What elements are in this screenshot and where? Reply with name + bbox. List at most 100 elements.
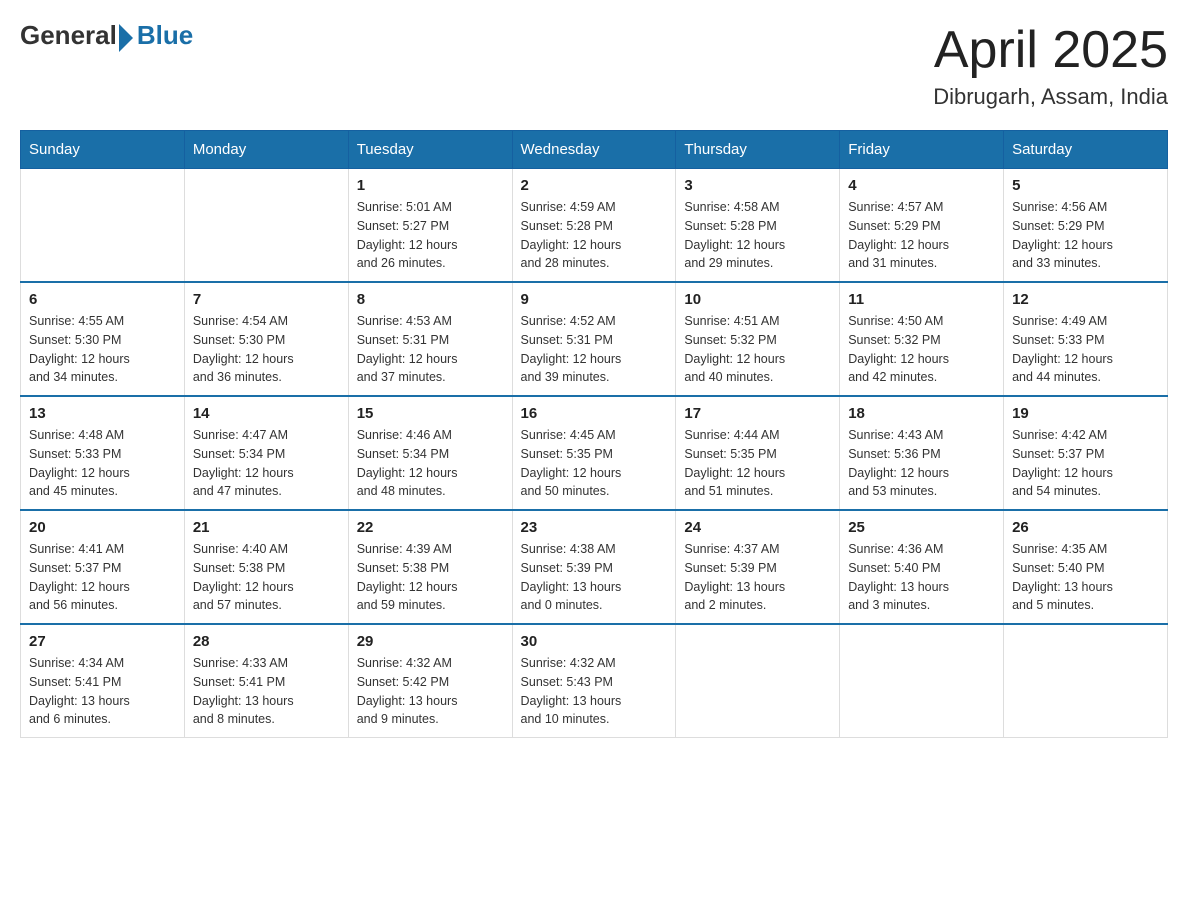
calendar-cell: 15Sunrise: 4:46 AM Sunset: 5:34 PM Dayli… [348,396,512,510]
day-info: Sunrise: 4:57 AM Sunset: 5:29 PM Dayligh… [848,198,995,273]
day-number: 22 [357,519,504,536]
day-number: 21 [193,519,340,536]
calendar-cell [184,169,348,283]
logo-general-text: General [20,20,117,51]
day-number: 8 [357,291,504,308]
day-info: Sunrise: 4:56 AM Sunset: 5:29 PM Dayligh… [1012,198,1159,273]
day-number: 14 [193,405,340,422]
calendar-table: SundayMondayTuesdayWednesdayThursdayFrid… [20,130,1168,738]
calendar-cell [21,169,185,283]
day-info: Sunrise: 4:32 AM Sunset: 5:42 PM Dayligh… [357,654,504,729]
day-info: Sunrise: 4:59 AM Sunset: 5:28 PM Dayligh… [521,198,668,273]
calendar-cell: 23 Sunrise: 4:38 AM Sunset: 5:39 PM Dayli… [512,510,676,624]
day-info: Sunrise: 4:55 AM Sunset: 5:30 PM Dayligh… [29,312,176,387]
calendar-cell [1004,624,1168,738]
page-subtitle: Dibrugarh, Assam, India [933,84,1168,110]
day-number: 27 [29,633,176,650]
calendar-cell: 9 Sunrise: 4:52 AM Sunset: 5:31 PM Daylig… [512,282,676,396]
page-header: General Blue April 2025 Dibrugarh, Assam… [20,20,1168,110]
calendar-cell: 24 Sunrise: 4:37 AM Sunset: 5:39 PM Dayli… [676,510,840,624]
calendar-cell [676,624,840,738]
calendar-cell: 11 Sunrise: 4:50 AM Sunset: 5:32 PM Dayli… [840,282,1004,396]
calendar-cell: 6Sunrise: 4:55 AM Sunset: 5:30 PM Daylig… [21,282,185,396]
calendar-cell: 16 Sunrise: 4:45 AM Sunset: 5:35 PM Dayli… [512,396,676,510]
day-info: Sunrise: 4:37 AM Sunset: 5:39 PM Dayligh… [684,540,831,615]
day-number: 5 [1012,177,1159,194]
day-info: Sunrise: 4:45 AM Sunset: 5:35 PM Dayligh… [521,426,668,501]
calendar-cell: 13Sunrise: 4:48 AM Sunset: 5:33 PM Dayli… [21,396,185,510]
day-number: 7 [193,291,340,308]
day-number: 15 [357,405,504,422]
calendar-header-tuesday: Tuesday [348,131,512,169]
calendar-cell: 18 Sunrise: 4:43 AM Sunset: 5:36 PM Dayli… [840,396,1004,510]
day-info: Sunrise: 4:39 AM Sunset: 5:38 PM Dayligh… [357,540,504,615]
calendar-cell: 27Sunrise: 4:34 AM Sunset: 5:41 PM Dayli… [21,624,185,738]
calendar-cell: 8 Sunrise: 4:53 AM Sunset: 5:31 PM Daylig… [348,282,512,396]
calendar-week-row: 20 Sunrise: 4:41 AM Sunset: 5:37 PM Dayli… [21,510,1168,624]
calendar-cell: 28Sunrise: 4:33 AM Sunset: 5:41 PM Dayli… [184,624,348,738]
calendar-header-wednesday: Wednesday [512,131,676,169]
calendar-cell: 21 Sunrise: 4:40 AM Sunset: 5:38 PM Dayli… [184,510,348,624]
day-number: 11 [848,291,995,308]
day-info: Sunrise: 4:38 AM Sunset: 5:39 PM Dayligh… [521,540,668,615]
day-info: Sunrise: 4:50 AM Sunset: 5:32 PM Dayligh… [848,312,995,387]
day-info: Sunrise: 4:35 AM Sunset: 5:40 PM Dayligh… [1012,540,1159,615]
day-info: Sunrise: 4:54 AM Sunset: 5:30 PM Dayligh… [193,312,340,387]
day-number: 29 [357,633,504,650]
calendar-cell: 22 Sunrise: 4:39 AM Sunset: 5:38 PM Dayli… [348,510,512,624]
day-number: 16 [521,405,668,422]
day-number: 13 [29,405,176,422]
day-number: 17 [684,405,831,422]
calendar-header-thursday: Thursday [676,131,840,169]
calendar-cell: 30Sunrise: 4:32 AM Sunset: 5:43 PM Dayli… [512,624,676,738]
logo: General Blue [20,20,193,51]
day-number: 3 [684,177,831,194]
day-number: 23 [521,519,668,536]
day-info: Sunrise: 4:49 AM Sunset: 5:33 PM Dayligh… [1012,312,1159,387]
day-number: 18 [848,405,995,422]
day-info: Sunrise: 4:43 AM Sunset: 5:36 PM Dayligh… [848,426,995,501]
calendar-week-row: 27Sunrise: 4:34 AM Sunset: 5:41 PM Dayli… [21,624,1168,738]
calendar-cell: 19Sunrise: 4:42 AM Sunset: 5:37 PM Dayli… [1004,396,1168,510]
day-info: Sunrise: 4:47 AM Sunset: 5:34 PM Dayligh… [193,426,340,501]
calendar-header-friday: Friday [840,131,1004,169]
calendar-cell: 29 Sunrise: 4:32 AM Sunset: 5:42 PM Dayli… [348,624,512,738]
day-info: Sunrise: 4:53 AM Sunset: 5:31 PM Dayligh… [357,312,504,387]
day-number: 19 [1012,405,1159,422]
calendar-header-row: SundayMondayTuesdayWednesdayThursdayFrid… [21,131,1168,169]
calendar-cell: 20 Sunrise: 4:41 AM Sunset: 5:37 PM Dayli… [21,510,185,624]
calendar-cell: 3Sunrise: 4:58 AM Sunset: 5:28 PM Daylig… [676,169,840,283]
calendar-week-row: 1Sunrise: 5:01 AM Sunset: 5:27 PM Daylig… [21,169,1168,283]
calendar-cell [840,624,1004,738]
day-number: 2 [521,177,668,194]
page-title: April 2025 [933,20,1168,80]
calendar-header-saturday: Saturday [1004,131,1168,169]
day-number: 4 [848,177,995,194]
calendar-header-monday: Monday [184,131,348,169]
day-info: Sunrise: 4:41 AM Sunset: 5:37 PM Dayligh… [29,540,176,615]
logo-triangle-icon [119,24,133,52]
day-info: Sunrise: 4:52 AM Sunset: 5:31 PM Dayligh… [521,312,668,387]
day-number: 26 [1012,519,1159,536]
calendar-cell: 5 Sunrise: 4:56 AM Sunset: 5:29 PM Daylig… [1004,169,1168,283]
day-info: Sunrise: 4:44 AM Sunset: 5:35 PM Dayligh… [684,426,831,501]
calendar-cell: 17 Sunrise: 4:44 AM Sunset: 5:35 PM Dayli… [676,396,840,510]
calendar-cell: 7 Sunrise: 4:54 AM Sunset: 5:30 PM Daylig… [184,282,348,396]
calendar-cell: 26 Sunrise: 4:35 AM Sunset: 5:40 PM Dayli… [1004,510,1168,624]
calendar-cell: 1Sunrise: 5:01 AM Sunset: 5:27 PM Daylig… [348,169,512,283]
day-number: 24 [684,519,831,536]
day-number: 20 [29,519,176,536]
calendar-cell: 10 Sunrise: 4:51 AM Sunset: 5:32 PM Dayli… [676,282,840,396]
day-info: Sunrise: 4:32 AM Sunset: 5:43 PM Dayligh… [521,654,668,729]
day-number: 9 [521,291,668,308]
calendar-cell: 2 Sunrise: 4:59 AM Sunset: 5:28 PM Daylig… [512,169,676,283]
day-number: 25 [848,519,995,536]
day-number: 12 [1012,291,1159,308]
day-info: Sunrise: 4:51 AM Sunset: 5:32 PM Dayligh… [684,312,831,387]
calendar-cell: 25 Sunrise: 4:36 AM Sunset: 5:40 PM Dayli… [840,510,1004,624]
calendar-header-sunday: Sunday [21,131,185,169]
day-info: Sunrise: 4:36 AM Sunset: 5:40 PM Dayligh… [848,540,995,615]
day-number: 10 [684,291,831,308]
day-info: Sunrise: 4:40 AM Sunset: 5:38 PM Dayligh… [193,540,340,615]
calendar-cell: 12 Sunrise: 4:49 AM Sunset: 5:33 PM Dayli… [1004,282,1168,396]
